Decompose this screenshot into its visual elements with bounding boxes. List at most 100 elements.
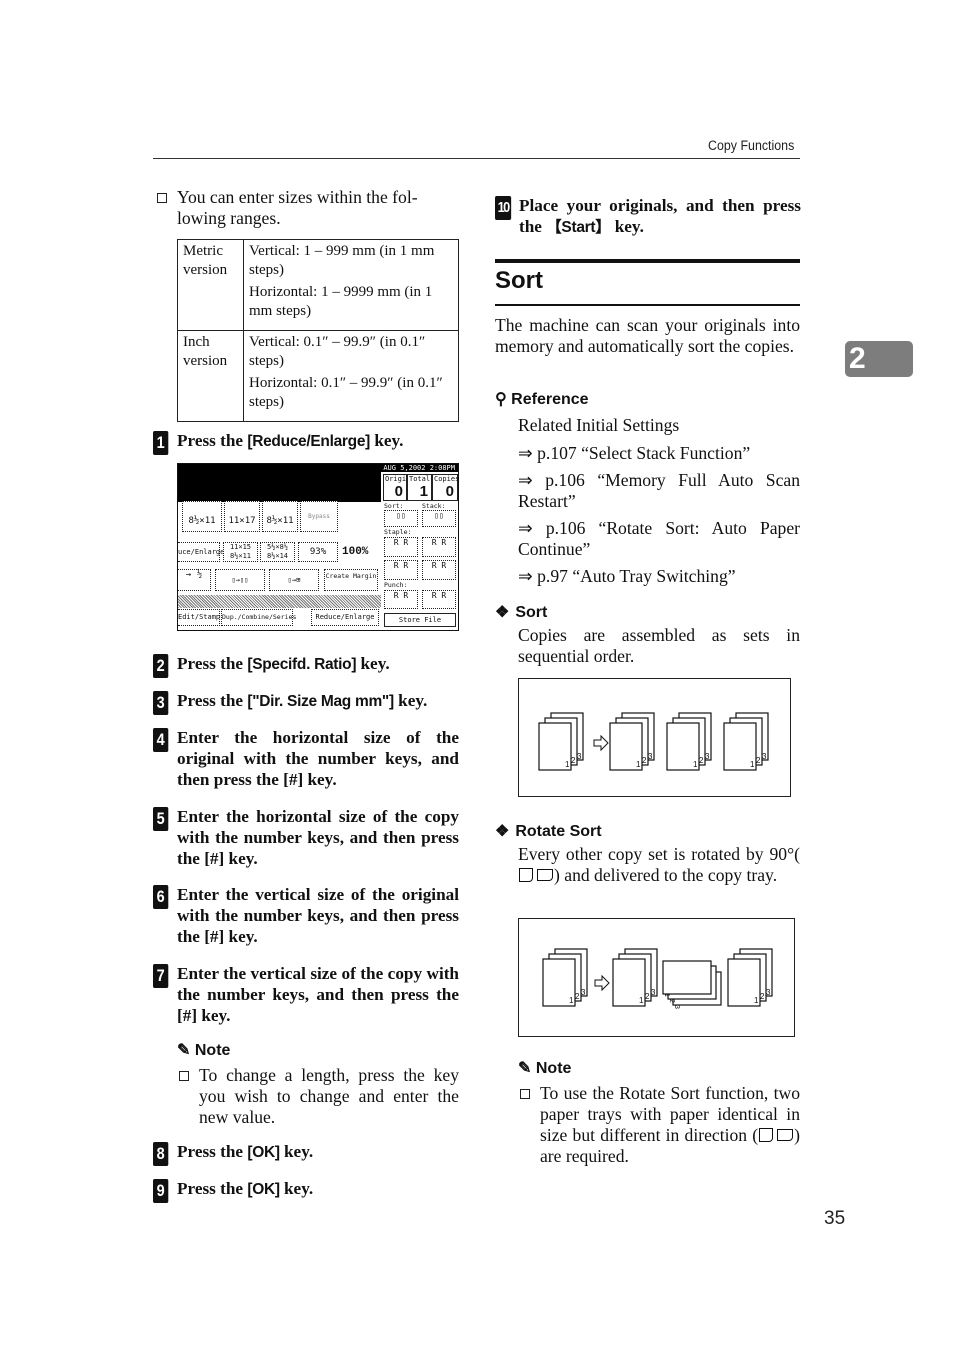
reference-link[interactable]: ⇒ p.106 “Rotate Sort: Auto Paper Continu… [518,518,800,560]
staple-icon: R R [393,538,409,547]
fraction-function-button[interactable]: → ½ [178,569,211,591]
step-number-badge: 7 [153,964,169,988]
paper-stack: 123 [612,948,658,1007]
bypass-tray-button[interactable]: Bypass [300,501,338,532]
sort-title: Sort [515,604,548,621]
intro-bullet-line1: You can enter sizes within the fol- [177,187,418,207]
button-label: Store File [398,616,442,624]
step-prefix: Press the [177,691,248,710]
note-heading-right: ✎ Note [518,1058,571,1078]
table-cell-label: Metric version [177,239,244,331]
desc-part: ) and delivered to the copy tray. [554,865,778,885]
paper-stack: 123 [542,948,588,1007]
create-margin-button[interactable]: Create Margin [324,569,378,591]
reference-link[interactable]: ⇒ p.106 “Memory Full Auto Scan Restart” [518,470,800,512]
section-intro: The machine can scan your originals into… [495,315,800,356]
combine-function-button[interactable]: ▯→▯▯ [215,569,265,591]
counter-total: Total 1 [407,474,432,501]
paper-orientation-landscape-icon [777,1129,794,1141]
step-number-badge: 6 [153,885,169,909]
sort-diagram: 1 2 31 2 31 2 31 2 3 [538,712,769,771]
button-label: uce/Enlarge [178,548,225,556]
staple-double-left-button[interactable]: R R [384,560,418,580]
tray-size: Bypass [308,513,330,520]
rotate-sort-subheading: ❖ Rotate Sort [495,821,602,841]
arrow-icon [593,734,609,752]
page-label: 2 [756,756,761,765]
page-label: 3 [766,988,771,997]
rotate-sort-figure: 123123123123 [518,918,795,1037]
step-prefix: Press the [177,1142,248,1161]
row-label: version [183,352,228,369]
combine-4-function-button[interactable]: ▯→⊞ [269,569,319,591]
tab-reduce-enlarge[interactable]: Reduce/Enlarge [311,609,379,626]
reference-link[interactable]: ⇒ p.107 “Select Stack Function” [518,443,800,464]
page-label: 1 [663,993,670,997]
reference-link[interactable]: ⇒ p.97 “Auto Tray Switching” [518,566,800,587]
vertical-range: Vertical: 0.1″ – 99.9″ (in 0.1″ steps) [249,334,426,369]
punch-top-button[interactable]: R R [422,590,456,609]
button-label: 5½×8½ 8½×14 [266,543,289,560]
combine-icon: ▯→▯▯ [231,576,249,584]
stack-icon: ▯▯ [434,511,444,520]
paper-stack: 123 [723,712,769,771]
paper-tray-2-button[interactable]: 8½×11 [182,501,222,532]
staple-icon: R R [393,561,409,570]
ratio-preset-button[interactable]: 5½×8½ 8½×14 [260,542,295,562]
stack-button[interactable]: ▯▯ [422,510,456,527]
diamond-bullet-icon: ❖ [495,823,510,840]
counter-copies: Copies 0 [432,474,458,501]
staple-top-right-button[interactable]: R R [422,537,456,557]
staple-double-top-button[interactable]: R R [422,560,456,580]
tab-strip-pattern [178,595,381,608]
key-label: [Specifd. Ratio] [247,656,357,673]
sort-button[interactable]: ▯▯ [384,510,418,527]
note-text: To use the Rotate Sort function, two pap… [540,1083,800,1167]
sort-subheading: ❖ Sort [495,602,547,622]
paper-stack: 123 [666,712,712,771]
page-label: 3 [673,1005,680,1009]
punch-left-button[interactable]: R R [384,590,418,609]
page-label: 2 [571,756,576,765]
page-label: 1 [754,996,759,1005]
staple-icon: R R [431,561,447,570]
button-label: 93% [309,547,327,557]
paper-tray-t-button[interactable]: 8½×11 [262,501,298,532]
staple-top-left-button[interactable]: R R [384,537,418,557]
ratio-preset-button[interactable]: 11×15 8½×11 [223,542,258,562]
paper-orientation-landscape-icon [537,869,553,881]
step-prefix: Press the [177,431,248,450]
pencil-icon: ✎ [518,1060,532,1077]
step-text: Enter the horizontal size of the copy wi… [177,807,459,868]
staple-icon: R R [431,538,447,547]
page-label: 2 [575,992,580,1001]
page-number: 35 [824,1208,846,1229]
key-label: 【Start】 [546,219,611,236]
reduce-enlarge-preset-button[interactable]: uce/Enlarge [178,542,224,562]
counter-label: Copies [434,475,459,483]
key-label: [OK] [247,1181,280,1198]
step-number-badge: 2 [153,654,169,678]
tab-label: Reduce/Enlarge [315,613,375,621]
checkbox-bullet-icon [179,1071,189,1081]
staple-label: Staple: [384,528,412,536]
tab-dup-combine-series[interactable]: Dup./Combine/Series [221,609,296,626]
key-label: ["Dir. Size Mag mm"] [247,693,394,710]
arrow-icon: → ½ [185,570,203,580]
rotated-paper-stack: 1 2 3 [662,960,722,1009]
arrow-icon [594,974,610,992]
store-file-button[interactable]: Store File [384,613,456,627]
ratio-93-button[interactable]: 93% [298,542,338,562]
row-label: version [183,261,228,278]
page-label: 3 [651,988,656,997]
note-heading: ✎ Note [177,1040,230,1060]
tab-edit-stamp[interactable]: Edit/Stamp [178,609,220,626]
rotate-sort-title: Rotate Sort [515,823,602,840]
step-number-badge: 8 [153,1142,169,1166]
checkbox-bullet-icon [520,1089,530,1099]
running-header: Copy Functions [708,138,795,153]
step-prefix: Press the [177,654,248,673]
paper-orientation-icon [519,868,533,882]
step-suffix: key. [610,217,644,236]
paper-tray-3-button[interactable]: 11×17 [224,501,260,532]
